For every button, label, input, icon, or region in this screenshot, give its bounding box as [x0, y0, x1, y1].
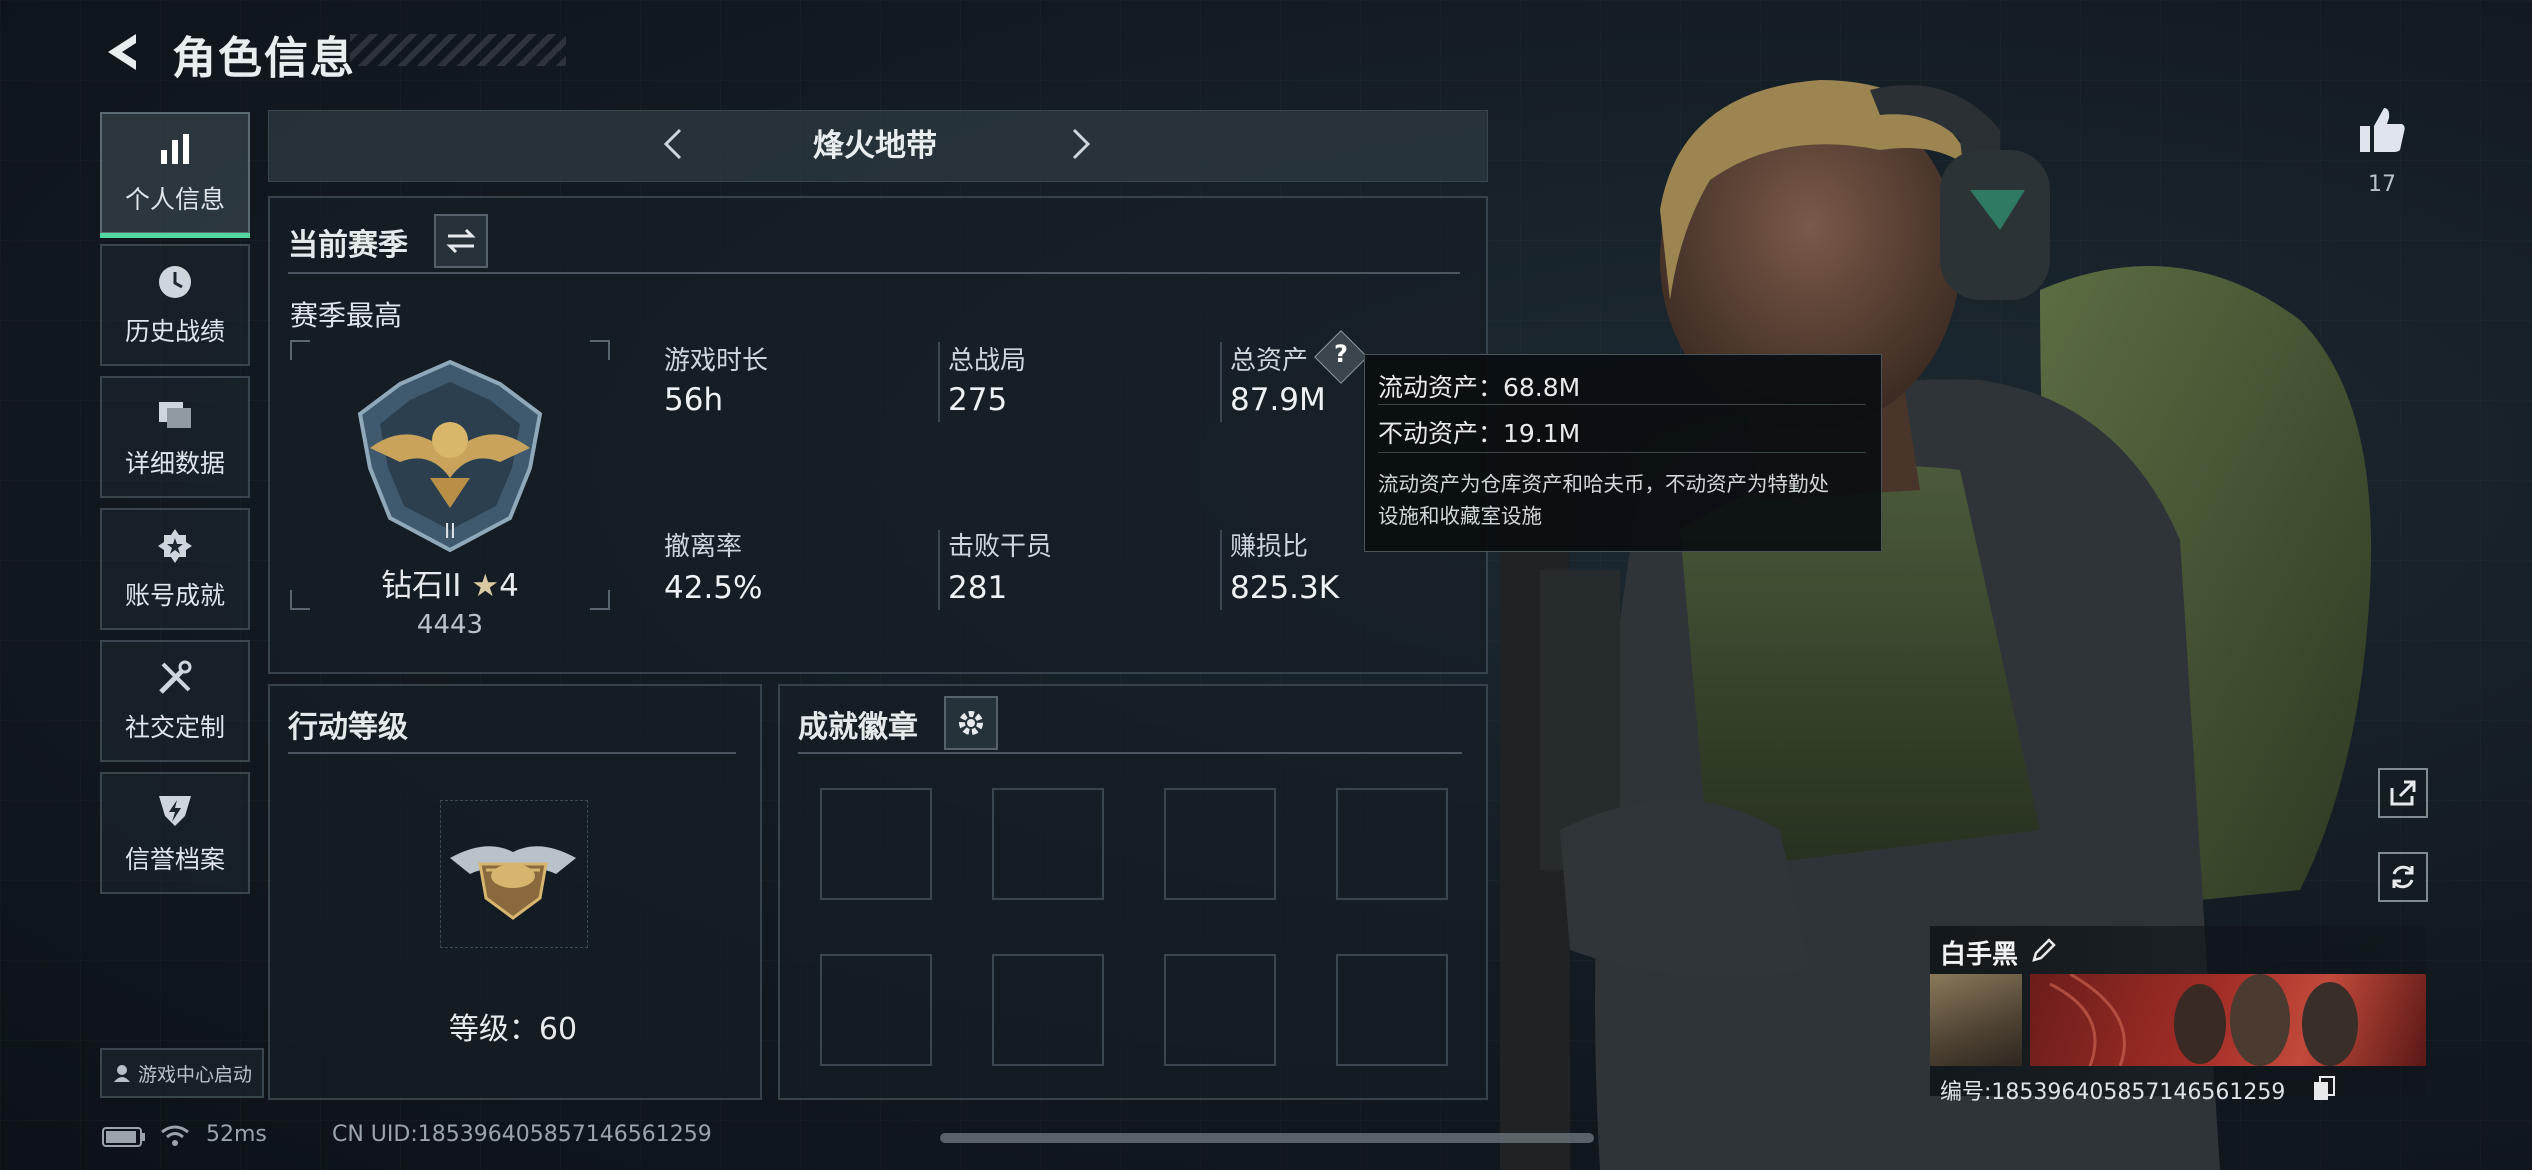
badge-slot[interactable]: [1164, 954, 1276, 1066]
badge-slot[interactable]: [820, 788, 932, 900]
player-id: 编号:18539640585714656​1259: [1940, 1080, 2286, 1105]
banner-soldiers-image: [2049, 972, 2358, 1067]
divider: [1220, 342, 1222, 422]
scrollbar[interactable]: [940, 1133, 1594, 1143]
uid-text: CN UID:18539640585714656​1259: [332, 1122, 712, 1147]
sidebar-item-label: 历史战绩: [124, 317, 225, 346]
stat-label-assets: 总资产: [1230, 346, 1309, 376]
rank-score: 4443: [416, 610, 484, 640]
rank-label: 钻石II ★4: [290, 560, 610, 605]
achievements-title: 成就徽章: [798, 710, 918, 745]
folders-icon: [159, 402, 191, 428]
avatar[interactable]: [1930, 974, 2022, 1066]
game-center-label: 游戏中心启动: [137, 1063, 252, 1086]
stat-value-assets: 87.9M: [1230, 382, 1326, 418]
back-icon[interactable]: [100, 28, 148, 76]
badge-slot[interactable]: [1336, 788, 1448, 900]
badge-slot[interactable]: [992, 788, 1104, 900]
badge-slot[interactable]: [1164, 788, 1276, 900]
sidebar-item-achievements[interactable]: 账号成就: [100, 508, 250, 630]
copy-icon[interactable]: [2312, 1076, 2336, 1102]
clock-icon: [159, 266, 191, 298]
rank-name: 钻石II: [381, 568, 462, 604]
refresh-button[interactable]: [2378, 852, 2428, 902]
stat-value-playtime: 56h: [664, 382, 724, 418]
divider: [288, 272, 1460, 274]
divider: [1378, 452, 1866, 453]
title-decoration: [350, 34, 566, 66]
sidebar-item-label: 个人信息: [124, 185, 225, 214]
rank-emblem-icon: II: [357, 359, 543, 553]
stat-value-kills: 281: [948, 570, 1008, 606]
share-icon: [2390, 780, 2416, 806]
wifi-icon: [161, 1125, 189, 1146]
page-title: 角色信息: [172, 33, 356, 84]
divider: [1220, 530, 1222, 610]
sidebar-item-detailed-data[interactable]: 详细数据: [100, 376, 250, 498]
sidebar-item-personal-info[interactable]: 个人信息: [100, 112, 250, 238]
sidebar-item-credit[interactable]: 信誉档案: [100, 772, 250, 894]
sidebar-item-label: 信誉档案: [124, 845, 225, 874]
banner-card[interactable]: [2030, 972, 2426, 1067]
game-center-button[interactable]: 游戏中心启动: [100, 1048, 264, 1098]
help-icon-glyph: ?: [1334, 340, 1348, 368]
divider: [938, 342, 940, 422]
badge-slot[interactable]: [820, 954, 932, 1066]
star-icon: ★: [471, 568, 500, 604]
tooltip-fixed-assets: 不动资产：19.1M: [1378, 419, 1581, 448]
stat-value-extract-rate: 42.5%: [664, 570, 763, 606]
tooltip-note-line1: 流动资产为仓库资产和哈夫币，不动资产为特勤处: [1378, 472, 1829, 496]
edit-icon[interactable]: [2030, 936, 2058, 964]
ping-value: 52ms: [206, 1122, 267, 1147]
medal-icon: [158, 529, 192, 563]
sidebar-item-history[interactable]: 历史战绩: [100, 244, 250, 366]
tooltip-note-line2: 设施和收藏室设施: [1378, 504, 1542, 528]
chevron-right-icon[interactable]: [1058, 122, 1102, 166]
level-text: 等级：60: [448, 1012, 578, 1047]
season-title: 当前赛季: [288, 228, 408, 263]
divider: [938, 530, 940, 610]
tools-icon: [159, 660, 192, 694]
stat-label-playtime: 游戏时长: [664, 346, 769, 376]
stat-value-profit-ratio: 825.3K: [1230, 570, 1340, 606]
sidebar-item-label: 社交定制: [124, 713, 225, 742]
bar-chart-icon: [161, 134, 189, 164]
chevron-left-icon[interactable]: [652, 122, 696, 166]
gear-icon: [959, 711, 983, 735]
divider: [798, 752, 1462, 754]
game-center-icon: [113, 1065, 130, 1082]
achievements-settings-button[interactable]: [944, 696, 998, 750]
season-switch-button[interactable]: [434, 214, 488, 268]
badge-slot[interactable]: [1336, 954, 1448, 1066]
player-name: 白手黑: [1940, 940, 2019, 970]
thumbs-up-icon[interactable]: [2356, 104, 2408, 156]
stat-value-matches: 275: [948, 382, 1008, 418]
battery-icon: [102, 1127, 145, 1147]
season-subtitle: 赛季最高: [290, 299, 403, 332]
stat-label-kills: 击败干员: [948, 532, 1053, 562]
swap-icon: [446, 228, 476, 254]
badge-slot[interactable]: [992, 954, 1104, 1066]
action-level-title: 行动等级: [288, 710, 408, 745]
refresh-icon: [2392, 865, 2414, 889]
like-count: 17: [2368, 172, 2396, 197]
divider: [288, 752, 736, 754]
level-badge-icon: [450, 846, 576, 920]
rank-stars: 4: [499, 568, 519, 604]
mode-title: 烽火地带: [813, 128, 937, 164]
sidebar-item-social[interactable]: 社交定制: [100, 640, 250, 762]
sidebar-item-label: 详细数据: [124, 449, 225, 478]
divider: [1378, 404, 1866, 405]
stat-label-profit-ratio: 赚损比: [1230, 532, 1309, 562]
tooltip-liquid-assets: 流动资产：68.8M: [1378, 373, 1581, 402]
sidebar-item-label: 账号成就: [124, 581, 225, 610]
share-button[interactable]: [2378, 768, 2428, 818]
stat-label-extract-rate: 撤离率: [664, 532, 743, 562]
shield-badge-icon: [159, 796, 191, 826]
stat-label-matches: 总战局: [948, 346, 1027, 376]
svg-text:II: II: [444, 519, 456, 543]
